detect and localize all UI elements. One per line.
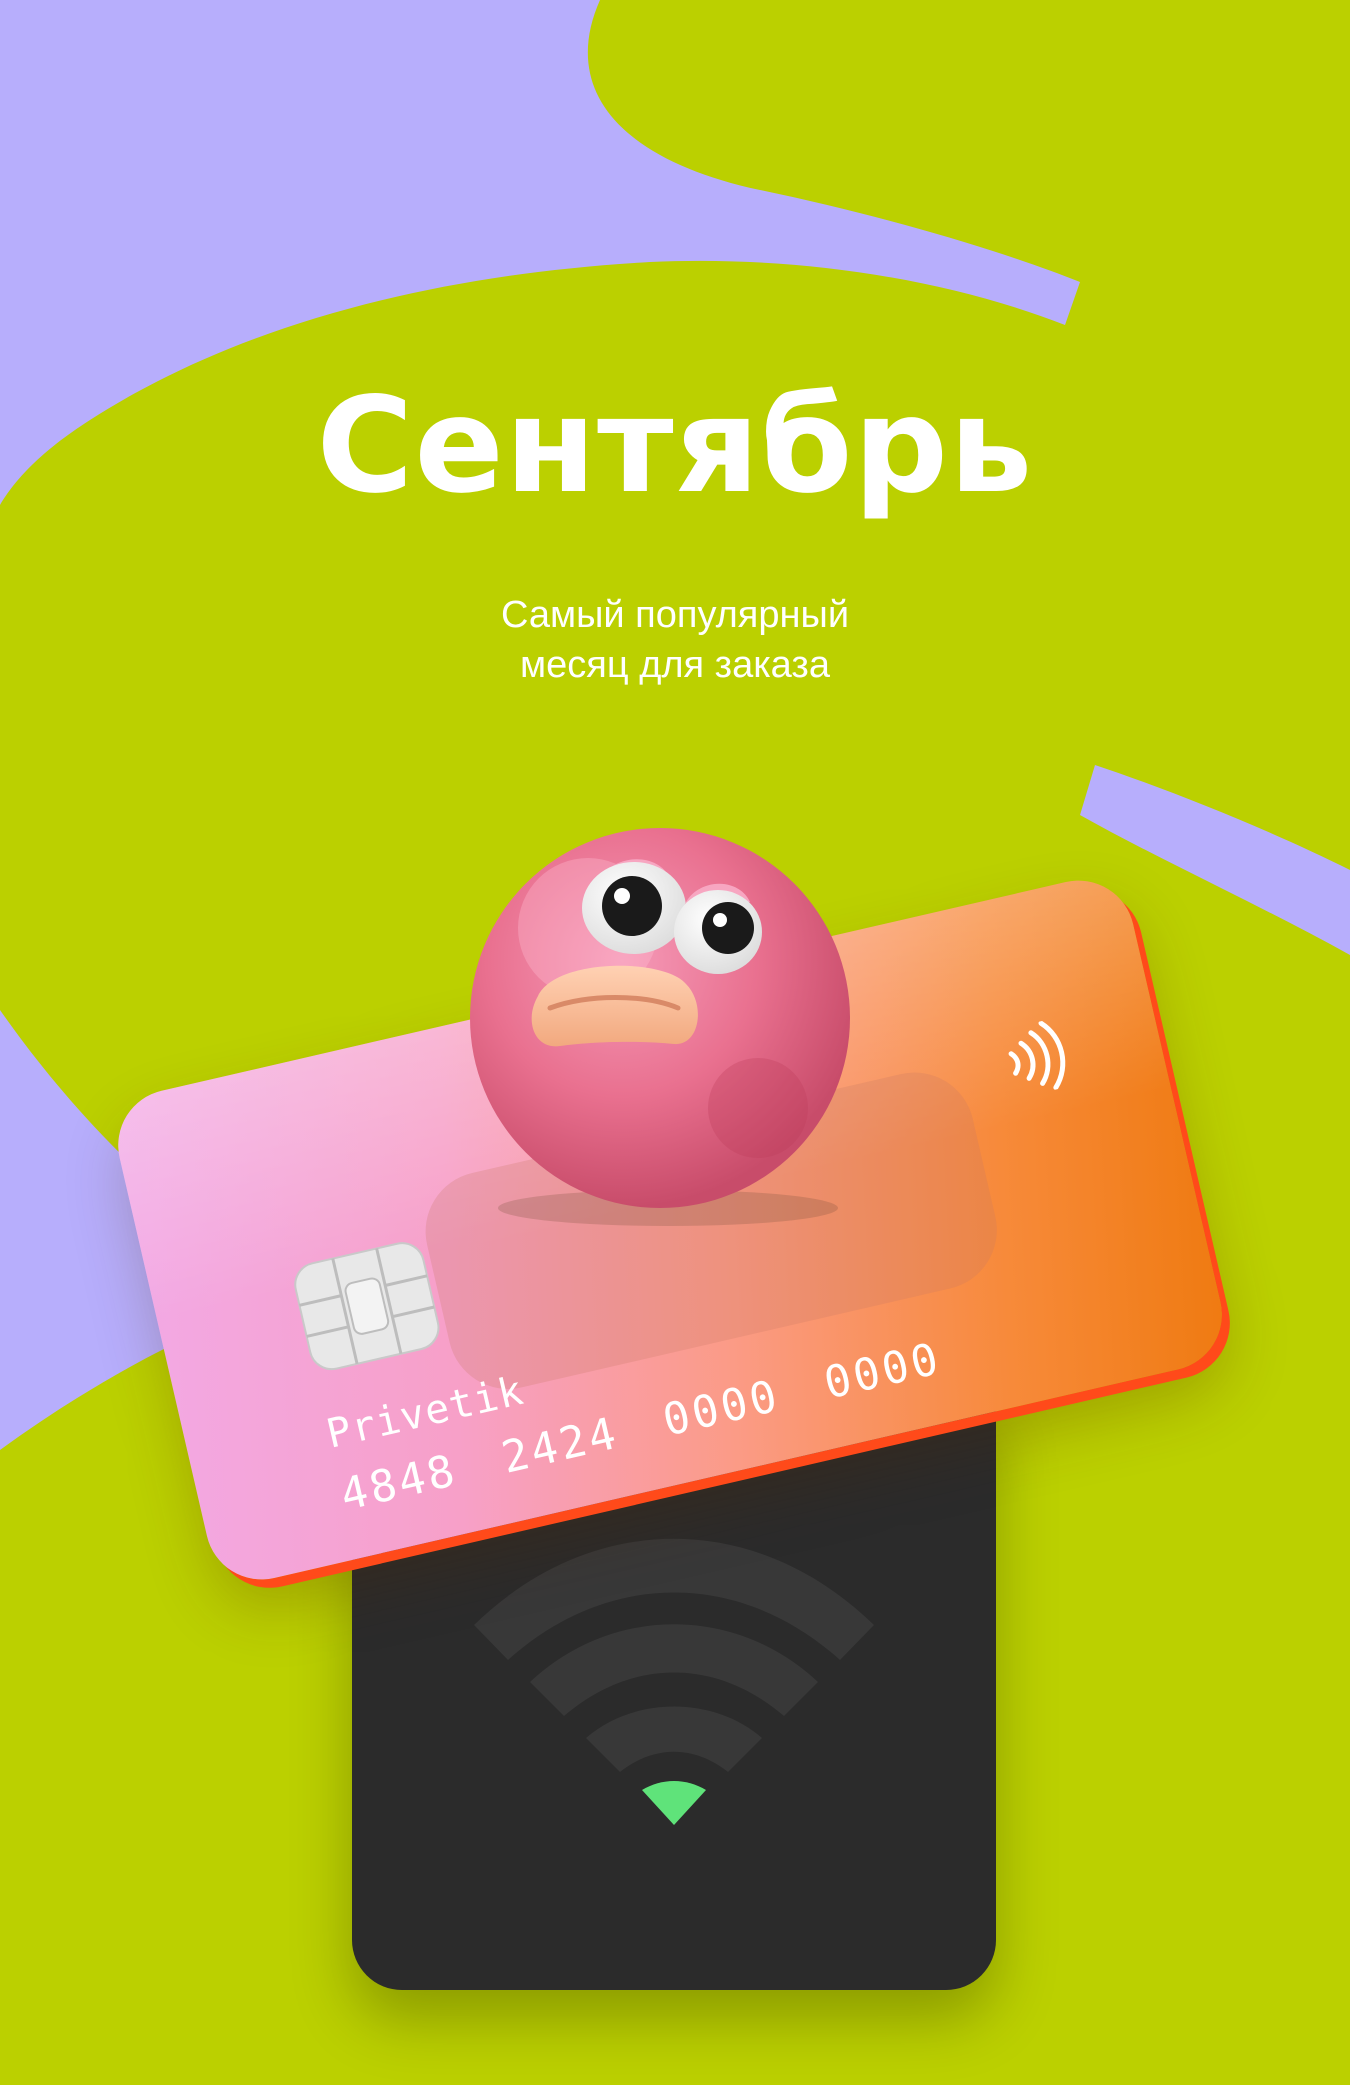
reader-indicator-light bbox=[642, 1781, 706, 1825]
subtitle-line-2: месяц для заказа bbox=[520, 644, 830, 686]
fluffy-monster-mascot bbox=[470, 828, 850, 1226]
page-subtitle: Самый популярный месяц для заказа bbox=[0, 590, 1350, 690]
subtitle-line-1: Самый популярный bbox=[500, 594, 850, 636]
page-title: Сентябрь bbox=[316, 369, 1034, 523]
promo-scene: Сентябрь Самый популярный месяц для зака… bbox=[0, 0, 1350, 2085]
